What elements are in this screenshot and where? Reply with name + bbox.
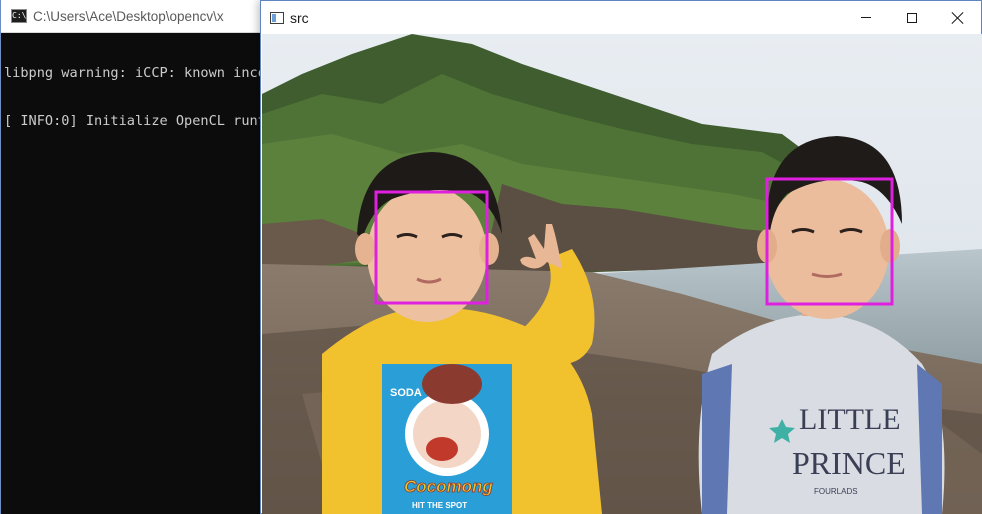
window-title: src (290, 10, 309, 26)
shirt-text-hit: HIT THE SPOT (412, 501, 467, 510)
shirt-text-prince: PRINCE (792, 445, 906, 481)
console-title: C:\Users\Ace\Desktop\opencv\x (33, 8, 224, 24)
shirt-text-cocomong: Cocomong (404, 477, 493, 496)
image-window[interactable]: src SODA Cocomong HIT THE SPOT LITTLE PR… (260, 0, 982, 514)
minimize-icon (861, 17, 871, 18)
shirt-text-soda: SODA (390, 387, 422, 399)
console-line: [ INFO:0] Initialize OpenCL runt (4, 113, 261, 129)
console-titlebar[interactable]: C:\ C:\Users\Ace\Desktop\opencv\x (1, 0, 263, 33)
image-window-titlebar[interactable]: src (261, 1, 981, 34)
shirt-text-little: LITTLE (799, 403, 901, 436)
maximize-button[interactable] (889, 1, 935, 34)
console-output[interactable]: libpng warning: iCCP: known inco [ INFO:… (4, 33, 261, 511)
console-line: libpng warning: iCCP: known inco (4, 65, 261, 81)
maximize-icon (907, 12, 917, 23)
close-icon (952, 12, 964, 24)
console-window[interactable]: C:\ C:\Users\Ace\Desktop\opencv\x libpng… (0, 0, 263, 514)
shirt-text-fourlads: FOURLADS (814, 487, 858, 496)
console-icon: C:\ (11, 9, 27, 23)
minimize-button[interactable] (843, 1, 889, 34)
image-canvas[interactable]: SODA Cocomong HIT THE SPOT LITTLE PRINCE (262, 34, 982, 514)
app-window-icon (270, 12, 284, 24)
close-button[interactable] (935, 1, 981, 34)
photo-scene: SODA Cocomong HIT THE SPOT LITTLE PRINCE (262, 34, 982, 514)
